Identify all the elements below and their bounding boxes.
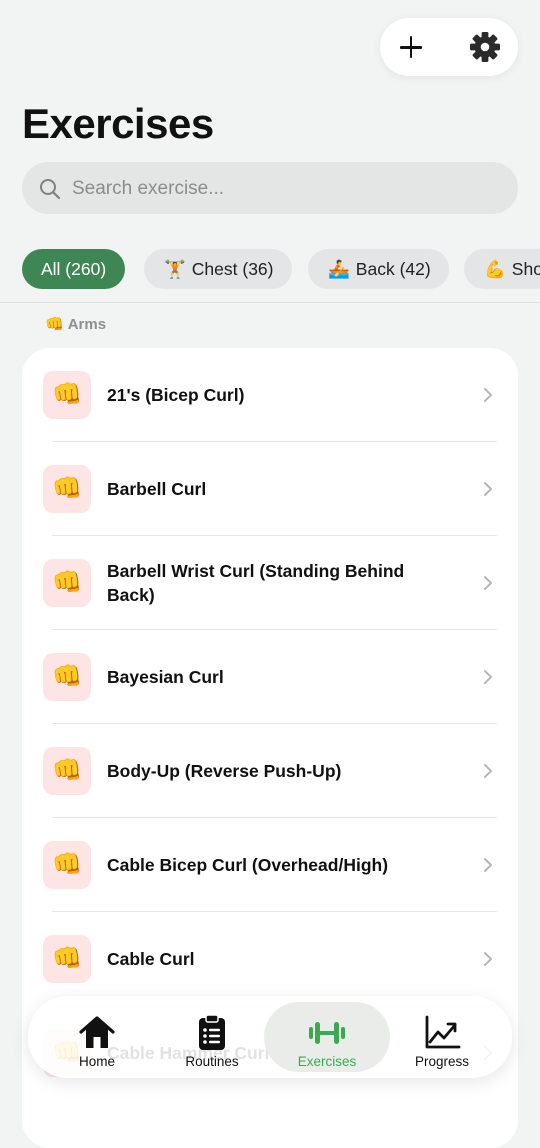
add-exercise-button[interactable] [391,27,431,67]
fist-icon: 👊 [43,653,91,701]
divider [0,302,540,303]
exercise-row[interactable]: 👊 Barbell Curl [22,442,518,536]
search-bar[interactable] [22,162,518,216]
dumbbell-icon [309,1022,345,1044]
fist-icon: 👊 [43,747,91,795]
flexed-bicep-icon: 💪 [484,259,506,279]
chart-icon [425,1015,461,1049]
search-icon [40,179,61,200]
fist-icon: 👊 [43,935,91,983]
settings-button[interactable] [465,27,505,67]
chevron-right-icon [484,764,492,778]
header-actions [380,18,518,76]
fist-icon: 👊 [43,371,91,419]
filter-chip-label: Back (42) [355,259,431,279]
fist-icon: 👊 [43,559,91,607]
chevron-right-icon [484,952,492,966]
fist-icon: 👊 [43,841,91,889]
tab-label: Routines [185,1054,239,1069]
exercise-name: 21's (Bicep Curl) [107,385,245,405]
exercise-name: Barbell Curl [107,479,207,499]
tab-label: Progress [414,1054,470,1069]
exercise-name: Cable Curl [107,949,195,969]
fist-icon: 👊 [45,316,64,333]
tab-routines[interactable]: Routines [149,1002,275,1072]
category-filters: All (260) 🏋️ Chest (36) 🚣 Back (42) 💪 Sho [22,249,540,289]
chevron-right-icon [484,576,492,590]
exercise-name: Bayesian Curl [107,667,224,687]
filter-chip-back[interactable]: 🚣 Back (42) [308,249,449,289]
exercise-row[interactable]: 👊 Barbell Wrist Curl (Standing Behind Ba… [22,536,518,630]
exercise-name: Cable Bicep Curl (Overhead/High) [107,855,389,875]
page-title: Exercises [22,100,214,147]
tab-label: Exercises [297,1054,357,1069]
exercise-row[interactable]: 👊 21's (Bicep Curl) [22,348,518,442]
weightlifter-icon: 🏋️ [164,259,186,279]
filter-chip-label: Sho [511,259,540,279]
tab-home[interactable]: Home [34,1002,160,1072]
exercise-name: Body-Up (Reverse Push-Up) [107,761,342,781]
chevron-right-icon [484,858,492,872]
chevron-right-icon [484,482,492,496]
exercise-name: Barbell Wrist Curl (Standing Behind Back… [107,561,405,605]
tab-label: Home [78,1054,115,1069]
tab-progress[interactable]: Progress [379,1002,505,1072]
filter-chip-label: All (260) [41,259,107,279]
filter-chip-chest[interactable]: 🏋️ Chest (36) [144,249,292,289]
chevron-right-icon [484,388,492,402]
gear-icon [470,32,500,62]
filter-chip-label: Chest (36) [191,259,274,279]
bottom-tab-bar: Home Routines Exercises Progress [28,996,512,1078]
filter-chip-shoulders[interactable]: 💪 Sho [464,249,540,289]
rowing-icon: 🚣 [328,259,350,279]
section-title: Arms [67,316,107,333]
search-input[interactable] [70,162,504,216]
chevron-right-icon [484,670,492,684]
clipboard-icon [199,1014,225,1050]
exercise-row[interactable]: 👊 Body-Up (Reverse Push-Up) [22,724,518,818]
fist-icon: 👊 [43,465,91,513]
exercise-row[interactable]: 👊 Cable Curl [22,912,518,1006]
tab-exercises[interactable]: Exercises [264,1002,390,1072]
exercise-row[interactable]: 👊 Cable Bicep Curl (Overhead/High) [22,818,518,912]
section-header-arms: 👊 Arms [45,315,106,333]
filter-chip-all[interactable]: All (260) [22,249,126,289]
exercise-row[interactable]: 👊 Bayesian Curl [22,630,518,724]
home-icon [79,1016,115,1048]
